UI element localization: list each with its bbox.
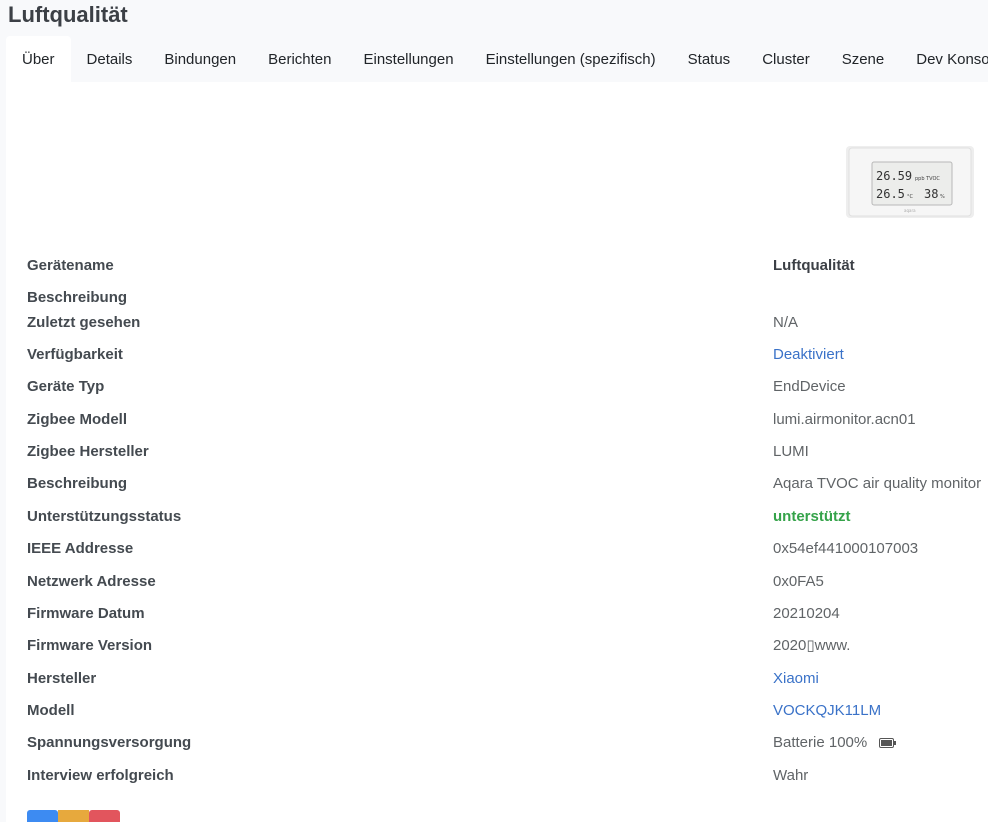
info-label: Zuletzt gesehen	[27, 314, 141, 331]
info-label: Modell	[27, 702, 75, 719]
info-value: Wahr	[773, 767, 809, 784]
info-value-power: Batterie 100%	[773, 731, 897, 755]
info-value: Luftqualität	[773, 257, 855, 274]
info-row-modell: Modell VOCKQJK11LM	[27, 699, 988, 723]
info-label: Unterstützungsstatus	[27, 508, 182, 525]
delete-button[interactable]	[89, 810, 120, 822]
info-value: EndDevice	[773, 378, 846, 395]
device-image-humidity-value: 38	[924, 187, 938, 201]
tab-szene[interactable]: Szene	[826, 36, 901, 82]
info-row-verfugbarkeit: Verfügbarkeit Deaktiviert	[27, 343, 988, 367]
info-row-hersteller: Hersteller Xiaomi	[27, 667, 988, 691]
device-image-temp-value: 26.5	[876, 187, 905, 201]
support-status: unterstützt	[773, 508, 851, 525]
device-image-tvoc-unit: ppb TVOC	[915, 176, 940, 182]
info-row-unterstutzungsstatus: Unterstützungsstatus unterstützt	[27, 505, 988, 529]
tab-uber[interactable]: Über	[6, 36, 71, 82]
info-row-zigbee-modell: Zigbee Modell lumi.airmonitor.acn01	[27, 408, 988, 432]
tab-berichten[interactable]: Berichten	[252, 36, 347, 82]
tab-details[interactable]: Details	[71, 36, 149, 82]
tab-bindungen[interactable]: Bindungen	[148, 36, 252, 82]
info-value: 2020▯www.	[773, 637, 851, 654]
device-action-buttons	[27, 810, 120, 822]
info-value: LUMI	[773, 443, 809, 460]
info-label: Beschreibung	[27, 475, 128, 492]
tab-einstellungen-spezifisch[interactable]: Einstellungen (spezifisch)	[470, 36, 672, 82]
model-link[interactable]: VOCKQJK11LM	[773, 699, 881, 723]
info-value: lumi.airmonitor.acn01	[773, 411, 916, 428]
device-image-humidity-unit: %	[940, 194, 945, 200]
info-label: Zigbee Hersteller	[27, 443, 149, 460]
device-image-tvoc-value: 26.59	[876, 169, 912, 183]
info-row-spannungsversorgung: Spannungsversorgung Batterie 100%	[27, 731, 988, 755]
tab-bar: Über Details Bindungen Berichten Einstel…	[6, 36, 988, 82]
device-image: 26.59 ppb TVOC 26.5 °C 38 % aqara	[846, 146, 974, 218]
info-label: Spannungsversorgung	[27, 734, 192, 751]
info-row-zigbee-hersteller: Zigbee Hersteller LUMI	[27, 440, 988, 464]
info-row-beschreibung-2: Beschreibung Aqara TVOC air quality moni…	[27, 472, 988, 496]
battery-icon	[879, 738, 897, 749]
info-value: 0x54ef441000107003	[773, 540, 919, 557]
info-label: Interview erfolgreich	[27, 767, 174, 784]
info-row-beschreibung: Beschreibung	[27, 286, 988, 310]
info-row-firmware-datum: Firmware Datum 20210204	[27, 602, 988, 626]
edit-button[interactable]	[27, 810, 58, 822]
tab-dev-konsole[interactable]: Dev Konsole	[900, 36, 988, 82]
info-label: Firmware Version	[27, 637, 153, 654]
power-source-text: Batterie 100%	[773, 734, 868, 751]
info-value: Aqara TVOC air quality monitor	[773, 475, 982, 492]
device-image-brand: aqara	[904, 208, 916, 213]
info-row-gerate-typ: Geräte Typ EndDevice	[27, 375, 988, 399]
reconfigure-button[interactable]	[58, 810, 89, 822]
info-row-netzwerk-adresse: Netzwerk Adresse 0x0FA5	[27, 570, 988, 594]
info-label: Gerätename	[27, 257, 114, 274]
info-label: IEEE Addresse	[27, 540, 134, 557]
page-title: Luftqualität	[8, 2, 128, 27]
device-image-temp-unit: °C	[907, 194, 914, 200]
info-label: Verfügbarkeit	[27, 346, 123, 363]
info-label: Zigbee Modell	[27, 411, 128, 428]
tab-status[interactable]: Status	[672, 36, 747, 82]
info-label: Hersteller	[27, 670, 97, 687]
info-label: Geräte Typ	[27, 378, 105, 395]
info-label: Netzwerk Adresse	[27, 573, 156, 590]
info-label: Firmware Datum	[27, 605, 145, 622]
tab-einstellungen[interactable]: Einstellungen	[347, 36, 469, 82]
availability-link[interactable]: Deaktiviert	[773, 343, 844, 367]
manufacturer-link[interactable]: Xiaomi	[773, 667, 819, 691]
info-value: 20210204	[773, 605, 840, 622]
info-label: Beschreibung	[27, 289, 128, 306]
info-value: N/A	[773, 314, 799, 331]
tab-cluster[interactable]: Cluster	[746, 36, 826, 82]
info-row-ieee-addresse: IEEE Addresse 0x54ef441000107003	[27, 537, 988, 561]
info-row-firmware-version: Firmware Version 2020▯www.	[27, 634, 988, 658]
info-row-zuletzt-gesehen: Zuletzt gesehen N/A	[27, 311, 988, 335]
info-row-geratename: Gerätename Luftqualität	[27, 254, 988, 278]
info-value: 0x0FA5	[773, 573, 824, 590]
info-row-interview-erfolgreich: Interview erfolgreich Wahr	[27, 764, 988, 788]
about-panel: 26.59 ppb TVOC 26.5 °C 38 % aqara Geräte…	[6, 82, 988, 822]
